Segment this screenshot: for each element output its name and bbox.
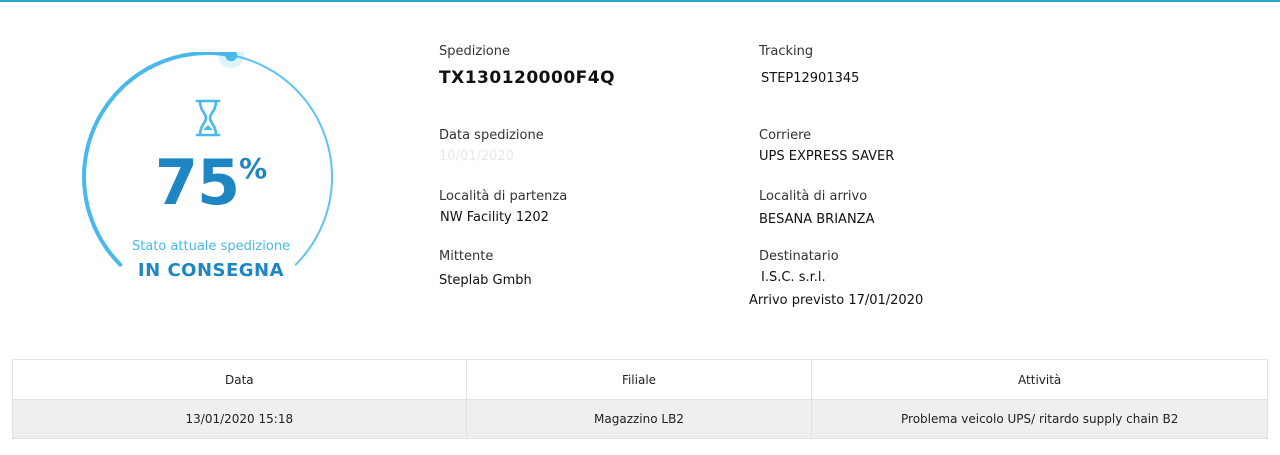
field-arrivo-previsto: Arrivo previsto 17/01/2020	[749, 293, 923, 308]
status-label: Stato attuale spedizione	[131, 239, 291, 254]
spedizione-label: Spedizione	[439, 44, 510, 59]
table-row: 13/01/2020 15:18 Magazzino LB2 Problema …	[12, 399, 1268, 439]
progress-gauge: 75% Stato attuale spedizione IN CONSEGNA	[80, 52, 342, 282]
tracking-label: Tracking	[759, 44, 814, 59]
corriere-label: Corriere	[759, 128, 812, 143]
field-partenza: Località di partenza NW Facility 1202	[439, 189, 567, 225]
arrivo-previsto: Arrivo previsto 17/01/2020	[749, 293, 924, 308]
destinatario-label: Destinatario	[759, 249, 839, 264]
data-spedizione-value: 10/01/2020	[439, 149, 514, 164]
destinatario-value: I.S.C. s.r.l.	[761, 270, 826, 285]
data-spedizione-label: Data spedizione	[439, 128, 544, 143]
column-header-attivita: Attività	[811, 359, 1268, 400]
cell-data: 13/01/2020 15:18	[12, 399, 467, 439]
progress-percent-value: 75	[154, 146, 240, 219]
percent-sign: %	[239, 152, 268, 185]
field-spedizione: Spedizione TX130120000F4Q	[439, 44, 615, 88]
cell-attivita: Problema veicolo UPS/ ritardo supply cha…	[811, 399, 1268, 439]
arrivo-label: Località di arrivo	[759, 189, 868, 204]
partenza-value: NW Facility 1202	[440, 210, 549, 225]
top-border	[0, 0, 1280, 2]
field-mittente: Mittente Steplab Gmbh	[439, 249, 532, 288]
partenza-label: Località di partenza	[439, 189, 568, 204]
mittente-label: Mittente	[439, 249, 494, 264]
progress-percent: 75%	[80, 148, 342, 230]
field-destinatario: Destinatario I.S.C. s.r.l.	[759, 249, 839, 285]
field-arrivo: Località di arrivo BESANA BRIANZA	[759, 189, 874, 227]
field-data-spedizione: Data spedizione 10/01/2020	[439, 128, 544, 164]
hourglass-icon	[193, 98, 223, 138]
events-table: Data Filiale Attività 13/01/2020 15:18 M…	[12, 359, 1268, 439]
mittente-value: Steplab Gmbh	[439, 273, 532, 288]
corriere-value: UPS EXPRESS SAVER	[759, 149, 895, 164]
field-tracking: Tracking STEP12901345	[759, 44, 859, 86]
status-value: IN CONSEGNA	[137, 260, 285, 281]
cell-filiale: Magazzino LB2	[465, 399, 813, 439]
field-corriere: Corriere UPS EXPRESS SAVER	[759, 128, 894, 164]
column-header-filiale: Filiale	[465, 359, 813, 400]
table-header-row: Data Filiale Attività	[12, 359, 1268, 400]
spedizione-value: TX130120000F4Q	[439, 68, 616, 88]
column-header-data: Data	[12, 359, 467, 400]
tracking-value: STEP12901345	[761, 71, 860, 86]
arrivo-value: BESANA BRIANZA	[759, 212, 875, 227]
